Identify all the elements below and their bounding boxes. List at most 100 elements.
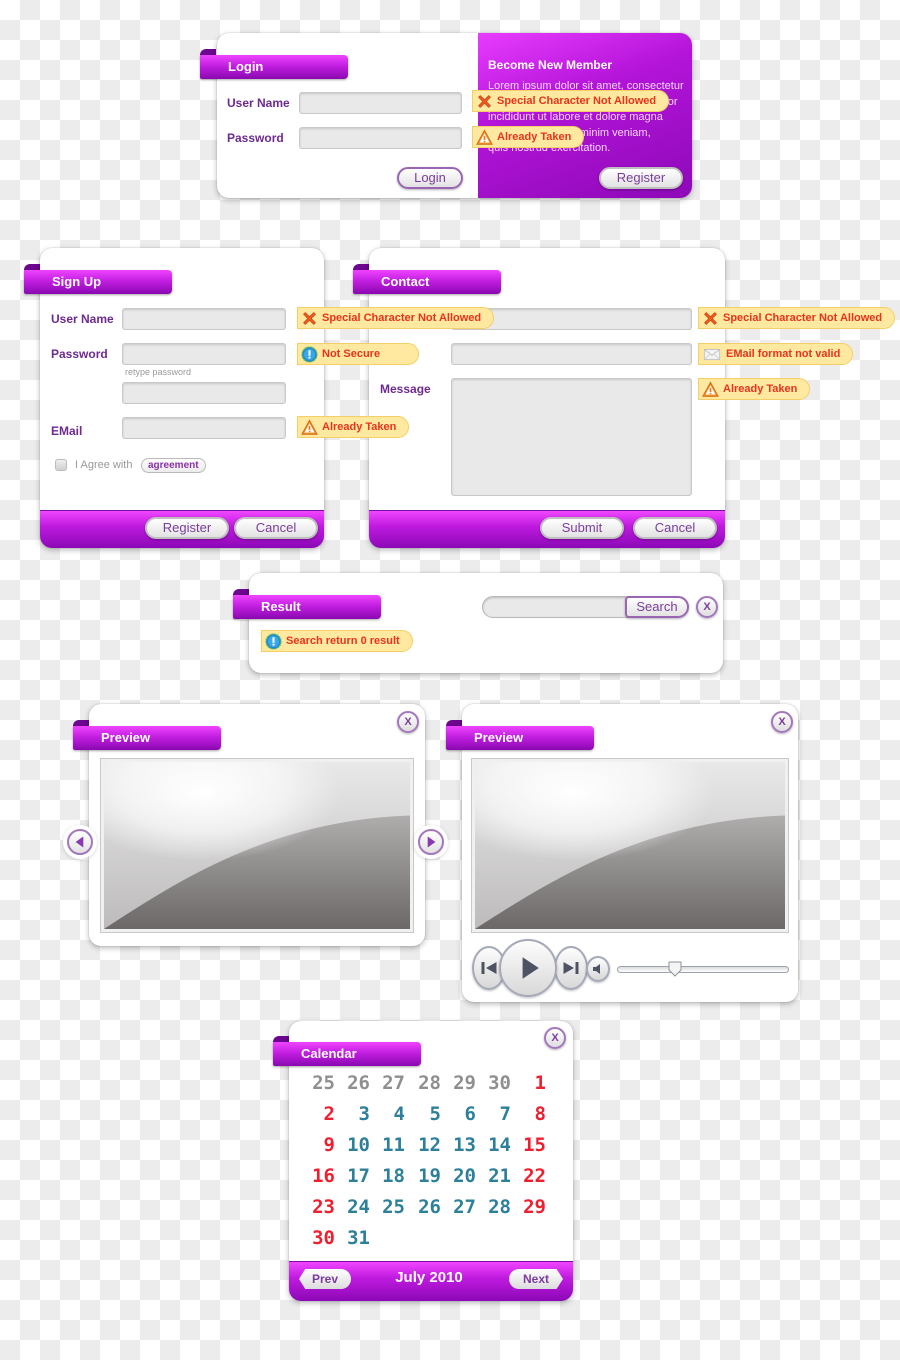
message-textarea[interactable] (451, 378, 692, 496)
result-close-button[interactable]: X (696, 596, 718, 618)
volume-button[interactable] (586, 956, 610, 982)
play-button[interactable] (499, 939, 557, 997)
password-error-tooltip: Already Taken (472, 126, 585, 148)
calendar-day[interactable]: 11 (371, 1134, 405, 1156)
contact-message-error-text: Already Taken (723, 383, 798, 395)
calendar-day[interactable]: 26 (407, 1196, 441, 1218)
calendar-day[interactable]: 1 (512, 1072, 546, 1094)
calendar-day[interactable]: 18 (371, 1165, 405, 1187)
calendar-day[interactable]: 13 (442, 1134, 476, 1156)
calendar-day[interactable]: 23 (301, 1196, 335, 1218)
calendar-day[interactable]: 7 (477, 1103, 511, 1125)
calendar-day[interactable]: 2 (301, 1103, 335, 1125)
calendar-prev-button[interactable]: Prev (299, 1269, 351, 1289)
signup-email-input[interactable] (122, 417, 286, 439)
login-title-ribbon: Login (200, 49, 348, 79)
contact-email-error-tooltip: EMail format not valid (698, 343, 854, 365)
player-gloss-shape (475, 762, 785, 929)
calendar-day[interactable]: 29 (442, 1072, 476, 1094)
result-panel: Search X Search return 0 result (249, 573, 723, 673)
signup-username-label: User Name (51, 312, 114, 326)
calendar-day[interactable]: 19 (407, 1165, 441, 1187)
calendar-day[interactable]: 30 (301, 1227, 335, 1249)
warning-triangle-icon (301, 419, 318, 436)
calendar-day[interactable]: 16 (301, 1165, 335, 1187)
calendar-day[interactable]: 20 (442, 1165, 476, 1187)
arrow-right-icon (427, 836, 436, 848)
calendar-month-label: July 2010 (395, 1269, 463, 1286)
become-member-heading: Become New Member (488, 58, 613, 72)
calendar-day[interactable]: 25 (301, 1072, 335, 1094)
agree-checkbox[interactable] (55, 459, 67, 471)
volume-slider-track[interactable] (617, 966, 789, 973)
gallery-close-button[interactable]: X (397, 711, 419, 733)
calendar-day[interactable]: 29 (512, 1196, 546, 1218)
calendar-day[interactable]: 26 (336, 1072, 370, 1094)
retype-password-input[interactable] (122, 382, 286, 404)
message-label: Message (380, 382, 431, 396)
calendar-day[interactable]: 30 (477, 1072, 511, 1094)
contact-cancel-button[interactable]: Cancel (633, 517, 717, 539)
result-title-ribbon: Result (233, 589, 381, 619)
login-button[interactable]: Login (397, 167, 463, 189)
username-error-tooltip: Special Character Not Allowed (472, 90, 670, 112)
calendar-day[interactable]: 6 (442, 1103, 476, 1125)
calendar-day[interactable]: 31 (336, 1227, 370, 1249)
contact-email-input[interactable] (451, 343, 692, 365)
search-input[interactable] (482, 596, 630, 618)
gallery-prev-button[interactable] (67, 829, 93, 855)
signup-cancel-button[interactable]: Cancel (234, 517, 318, 539)
retype-password-label: retype password (125, 367, 192, 377)
signup-register-button[interactable]: Register (145, 517, 229, 539)
password-error-text: Already Taken (497, 131, 572, 143)
signup-password-input[interactable] (122, 343, 286, 365)
username-input[interactable] (299, 92, 462, 114)
calendar-day[interactable]: 8 (512, 1103, 546, 1125)
skip-forward-button[interactable] (554, 946, 588, 990)
signup-username-error-tooltip: Special Character Not Allowed (297, 307, 495, 329)
signup-email-error-text: Already Taken (322, 421, 397, 433)
volume-slider-thumb[interactable] (667, 961, 683, 977)
calendar-next-button[interactable]: Next (509, 1269, 563, 1289)
calendar-day[interactable]: 28 (407, 1072, 441, 1094)
calendar-day[interactable]: 10 (336, 1134, 370, 1156)
calendar-day[interactable]: 27 (442, 1196, 476, 1218)
password-input[interactable] (299, 127, 462, 149)
signup-username-input[interactable] (122, 308, 286, 330)
calendar-day[interactable]: 3 (336, 1103, 370, 1125)
gallery-gloss-shape (104, 762, 410, 929)
warning-triangle-icon (702, 381, 719, 398)
error-x-icon (476, 93, 493, 110)
calendar-day[interactable]: 12 (407, 1134, 441, 1156)
calendar-day[interactable]: 24 (336, 1196, 370, 1218)
volume-icon (593, 964, 600, 974)
calendar-day[interactable]: 28 (477, 1196, 511, 1218)
calendar-day[interactable]: 25 (371, 1196, 405, 1218)
calendar-day[interactable]: 22 (512, 1165, 546, 1187)
register-button[interactable]: Register (599, 167, 683, 189)
agreement-link[interactable]: agreement (141, 458, 206, 473)
contact-email-error-text: EMail format not valid (726, 348, 841, 360)
contact-message-error-tooltip: Already Taken (698, 378, 811, 400)
agree-label: I Agree with (75, 459, 133, 471)
calendar-day[interactable]: 5 (407, 1103, 441, 1125)
signup-email-error-tooltip: Already Taken (297, 416, 410, 438)
signup-title-ribbon: Sign Up (24, 264, 172, 294)
password-label: Password (227, 131, 284, 145)
calendar-title-ribbon: Calendar (273, 1036, 421, 1066)
submit-button[interactable]: Submit (540, 517, 624, 539)
info-badge-icon (265, 633, 282, 650)
player-close-button[interactable]: X (771, 711, 793, 733)
calendar-day[interactable]: 17 (336, 1165, 370, 1187)
calendar-day[interactable]: 27 (371, 1072, 405, 1094)
calendar-day[interactable]: 4 (371, 1103, 405, 1125)
calendar-day[interactable]: 21 (477, 1165, 511, 1187)
search-button[interactable]: Search (625, 596, 689, 618)
gallery-next-button[interactable] (418, 829, 444, 855)
calendar-day[interactable]: 15 (512, 1134, 546, 1156)
calendar-day[interactable]: 14 (477, 1134, 511, 1156)
signup-username-error-text: Special Character Not Allowed (322, 312, 482, 324)
contact-title-ribbon: Contact (353, 264, 501, 294)
info-badge-icon (301, 346, 318, 363)
calendar-day[interactable]: 9 (301, 1134, 335, 1156)
